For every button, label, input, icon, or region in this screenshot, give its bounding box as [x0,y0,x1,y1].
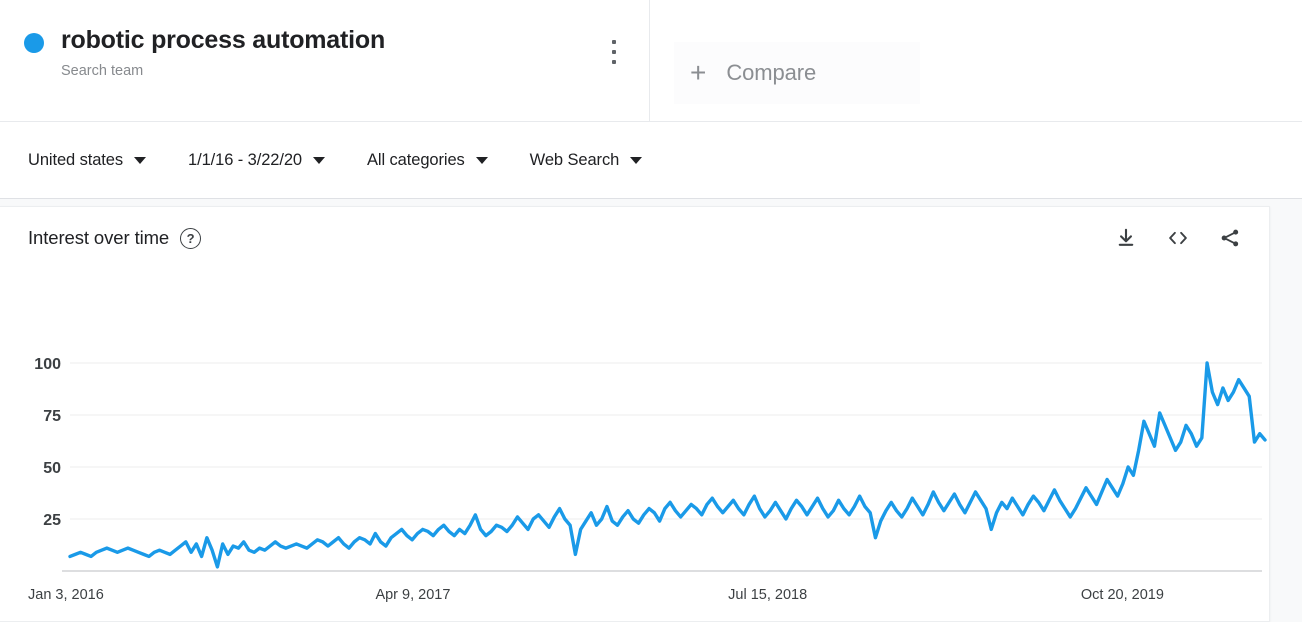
x-axis-tick-label: Jul 15, 2018 [728,587,807,603]
filter-location[interactable]: United states [28,140,147,180]
help-icon[interactable]: ? [180,227,202,249]
more-vert-icon[interactable] [604,38,624,66]
chevron-down-icon [475,156,488,164]
download-icon[interactable] [1113,225,1139,251]
filter-bar: United states 1/1/16 - 3/22/20 All categ… [0,122,1302,199]
series-line-robotic-process-automation [68,361,1267,569]
chart-actions [1113,225,1243,251]
filter-search-type[interactable]: Web Search [530,140,643,180]
search-term-subtitle: Search team [61,63,144,79]
kebab-dot [612,40,616,44]
x-axis-tick-label: Oct 20, 2019 [1081,587,1164,603]
page-title: Interest over time [28,227,170,248]
search-term-card[interactable]: robotic process automation Search team [0,0,650,121]
compare-cell: + Compare [650,0,1302,121]
chevron-down-icon [630,156,643,164]
y-axis-tick-label: 25 [43,512,61,529]
search-term-row: robotic process automation Search team [24,24,649,81]
search-term-title: robotic process automation [61,26,386,54]
chart-card-header: Interest over time ? [0,207,1269,269]
filter-category[interactable]: All categories [367,140,488,180]
chart-gridlines [62,362,1262,572]
embed-code-icon[interactable] [1165,225,1191,251]
y-axis-tick-label: 50 [43,460,61,477]
interest-over-time-card: Interest over time ? 25 50 75 100 Jan 3,… [0,206,1270,622]
compare-label: Compare [726,60,817,85]
plus-icon: + [690,57,707,88]
x-axis-tick-label: Apr 9, 2017 [375,587,450,603]
filter-location-label: United states [28,150,124,169]
chevron-down-icon [313,156,326,164]
search-term-bar: robotic process automation Search team +… [0,0,1302,122]
interest-over-time-chart[interactable]: 25 50 75 100 Jan 3, 2016 Apr 9, 2017 Jul 15, … [0,269,1269,619]
chart-y-axis-labels: 25 50 75 100 [34,356,61,529]
series-color-dot [24,33,44,53]
filter-date-range[interactable]: 1/1/16 - 3/22/20 [188,140,326,180]
filter-date-range-label: 1/1/16 - 3/22/20 [188,150,303,169]
add-compare-button[interactable]: + Compare [674,42,920,104]
chart-x-axis-labels: Jan 3, 2016 Apr 9, 2017 Jul 15, 2018 Oct 20… [28,587,1164,603]
y-axis-tick-label: 100 [34,356,61,373]
y-axis-tick-label: 75 [43,408,61,425]
filter-search-type-label: Web Search [529,150,620,169]
filter-category-label: All categories [367,150,465,169]
chart-svg: 25 50 75 100 Jan 3, 2016 Apr 9, 2017 Jul 15, … [28,356,1267,603]
share-icon[interactable] [1217,225,1243,251]
x-axis-tick-label: Jan 3, 2016 [28,587,104,603]
chevron-down-icon [134,156,147,164]
search-term-texts: robotic process automation Search team [61,24,385,81]
kebab-dot [612,60,616,64]
kebab-dot [612,50,616,54]
google-trends-page: robotic process automation Search team +… [0,0,1302,622]
